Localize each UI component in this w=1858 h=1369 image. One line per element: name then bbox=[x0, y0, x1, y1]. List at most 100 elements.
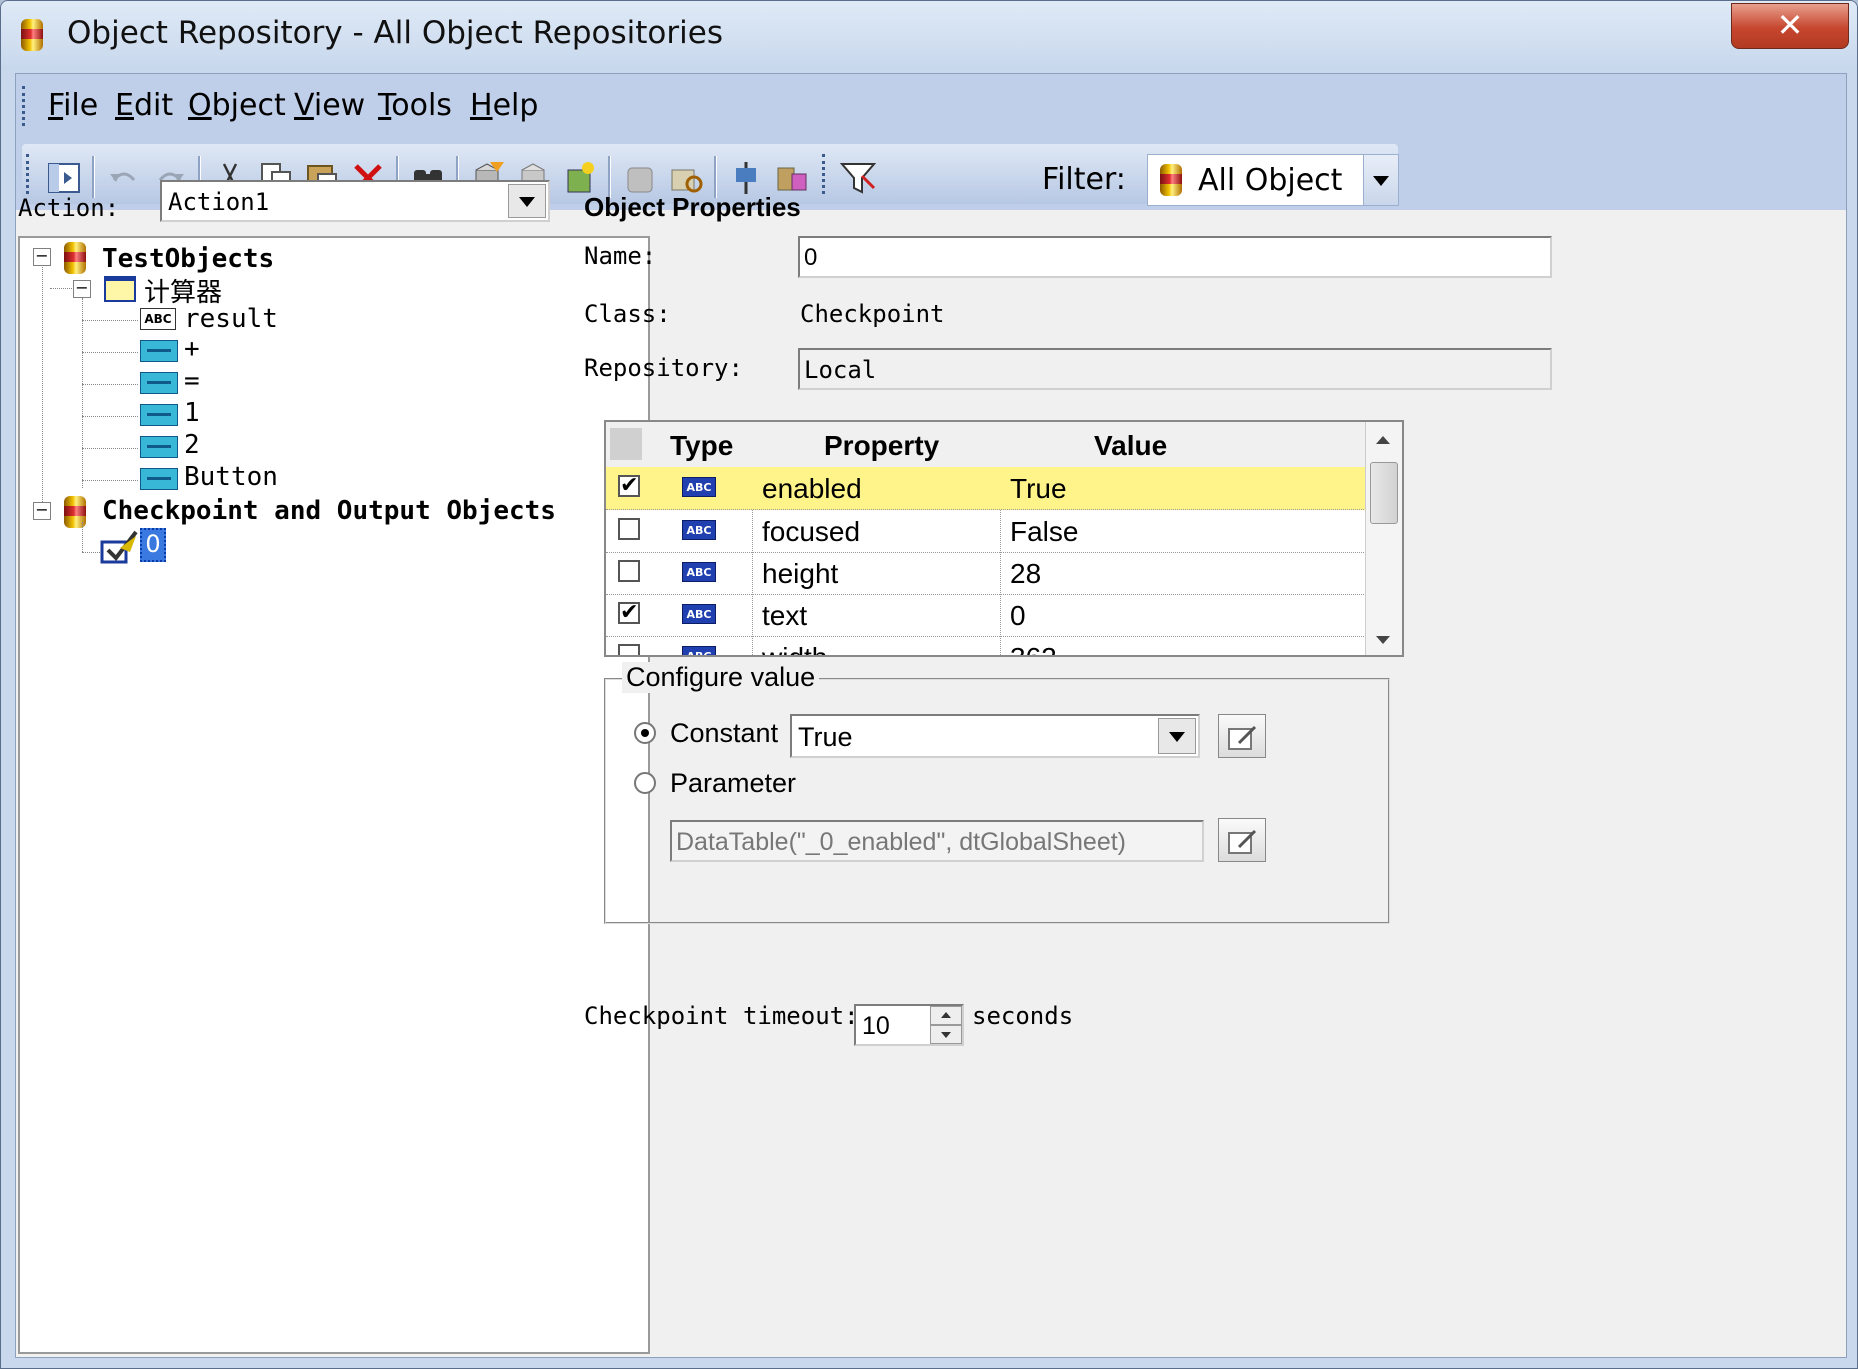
menubar-grip-icon[interactable] bbox=[22, 86, 29, 126]
timeout-unit: seconds bbox=[972, 1002, 1074, 1030]
constant-dropdown[interactable]: True bbox=[790, 714, 1200, 758]
title-bar: Object Repository - All Object Repositor… bbox=[1, 1, 1857, 71]
row-property: width bbox=[762, 642, 827, 655]
filter-grip-icon[interactable] bbox=[822, 154, 829, 194]
button-icon bbox=[140, 372, 178, 394]
tree-item-2[interactable]: 2 bbox=[184, 430, 200, 460]
grid-row-width[interactable]: ABC width 362 bbox=[606, 636, 1366, 655]
property-grid[interactable]: Type Property Value ✔ ABC enabled True A… bbox=[604, 420, 1404, 657]
tree-checkpoint-0[interactable]: 0 bbox=[140, 528, 166, 562]
row-checkbox[interactable] bbox=[618, 518, 640, 540]
menu-object[interactable]: Object bbox=[188, 88, 286, 123]
filter-label: Filter: bbox=[1042, 162, 1126, 197]
toolbar-grip-icon[interactable] bbox=[26, 154, 33, 194]
configure-value-group: Configure value Constant True Parameter … bbox=[604, 662, 1390, 924]
button-icon bbox=[140, 404, 178, 426]
tree-item-result[interactable]: result bbox=[184, 304, 278, 334]
timeout-spinner[interactable]: 10 bbox=[854, 1004, 964, 1046]
constant-dropdown-arrow[interactable] bbox=[1158, 718, 1196, 754]
object-spy-icon[interactable] bbox=[728, 160, 764, 196]
toggle-pane-icon[interactable] bbox=[46, 160, 82, 196]
tree-checkpoint-group[interactable]: Checkpoint and Output Objects bbox=[102, 496, 556, 526]
header-type[interactable]: Type bbox=[670, 430, 733, 462]
row-checkbox[interactable] bbox=[618, 644, 640, 655]
window-icon bbox=[104, 276, 136, 302]
row-property: enabled bbox=[762, 473, 862, 504]
scroll-down-icon[interactable] bbox=[1376, 636, 1390, 644]
header-value[interactable]: Value bbox=[1094, 430, 1167, 462]
row-property: text bbox=[762, 600, 808, 631]
client-area: File Edit Object View Tools Help Filter:… bbox=[15, 73, 1847, 1358]
parameter-radio[interactable] bbox=[634, 772, 656, 794]
filter-icon bbox=[840, 163, 876, 194]
chevron-down-icon bbox=[519, 197, 535, 207]
grid-row-enabled[interactable]: ✔ ABC enabled True bbox=[606, 467, 1366, 510]
timeout-label: Checkpoint timeout: bbox=[584, 1002, 859, 1030]
define-object-icon[interactable] bbox=[774, 160, 810, 196]
tree-item-plus[interactable]: + bbox=[184, 334, 200, 364]
collapse-window-node[interactable]: − bbox=[73, 280, 91, 298]
filter-dropdown[interactable]: All Object bbox=[1147, 154, 1399, 206]
string-type-icon: ABC bbox=[682, 520, 716, 540]
button-icon bbox=[140, 340, 178, 362]
constant-label: Constant bbox=[670, 718, 779, 748]
chevron-down-icon bbox=[1169, 732, 1185, 742]
highlight-icon[interactable] bbox=[622, 160, 658, 196]
tree-test-objects[interactable]: TestObjects bbox=[102, 244, 274, 274]
collapse-checkpoint-group[interactable]: − bbox=[33, 502, 51, 520]
constant-edit-button[interactable] bbox=[1218, 714, 1266, 758]
menu-view[interactable]: View bbox=[294, 88, 365, 123]
scroll-thumb[interactable] bbox=[1370, 462, 1398, 524]
action-label: Action: bbox=[18, 194, 120, 222]
row-property: height bbox=[762, 558, 839, 589]
grid-row-height[interactable]: ABC height 28 bbox=[606, 552, 1366, 595]
string-type-icon: ABC bbox=[682, 646, 716, 655]
tree-item-1[interactable]: 1 bbox=[184, 398, 200, 428]
parameter-field: DataTable("_0_enabled", dtGlobalSheet) bbox=[670, 820, 1204, 862]
window-title: Object Repository - All Object Repositor… bbox=[67, 15, 723, 51]
menu-help[interactable]: Help bbox=[470, 88, 538, 123]
row-value: True bbox=[1010, 473, 1067, 504]
menu-tools[interactable]: Tools bbox=[378, 88, 452, 123]
undo-icon[interactable] bbox=[106, 160, 142, 196]
scroll-up-icon[interactable] bbox=[1376, 436, 1390, 444]
edit-icon bbox=[1228, 725, 1257, 750]
section-title-object-properties: Object Properties bbox=[584, 192, 801, 222]
repository-icon bbox=[1160, 164, 1182, 196]
string-type-icon: ABC bbox=[682, 477, 716, 497]
row-checkbox[interactable]: ✔ bbox=[618, 602, 640, 624]
action-dropdown[interactable]: Action1 bbox=[160, 180, 550, 222]
filter-dropdown-arrow[interactable] bbox=[1363, 155, 1398, 205]
edit-icon bbox=[1228, 829, 1257, 854]
spin-up-button[interactable] bbox=[930, 1006, 962, 1025]
action-dropdown-arrow[interactable] bbox=[508, 184, 546, 218]
menu-edit[interactable]: Edit bbox=[115, 88, 173, 123]
locate-icon[interactable] bbox=[668, 160, 704, 196]
grid-scrollbar[interactable] bbox=[1365, 422, 1402, 655]
repository-icon bbox=[64, 242, 86, 274]
header-property[interactable]: Property bbox=[824, 430, 939, 462]
menu-file[interactable]: File bbox=[48, 88, 98, 123]
static-text-icon: ABC bbox=[140, 308, 176, 330]
row-checkbox[interactable] bbox=[618, 560, 640, 582]
object-tree[interactable]: − TestObjects − 计算器 ABC result + = 1 2 B… bbox=[18, 236, 650, 1354]
collapse-test-objects[interactable]: − bbox=[33, 248, 51, 266]
class-label: Class: bbox=[584, 300, 671, 328]
row-checkbox[interactable]: ✔ bbox=[618, 475, 640, 497]
close-button[interactable]: ✕ bbox=[1731, 3, 1849, 49]
name-label: Name: bbox=[584, 242, 657, 270]
class-value: Checkpoint bbox=[800, 300, 945, 328]
name-field[interactable]: 0 bbox=[798, 236, 1552, 278]
tree-item-equals[interactable]: = bbox=[184, 366, 200, 396]
add-insight-icon[interactable] bbox=[562, 160, 598, 196]
grid-row-focused[interactable]: ABC focused False bbox=[606, 510, 1366, 553]
string-type-icon: ABC bbox=[682, 562, 716, 582]
chevron-down-icon bbox=[1373, 176, 1389, 186]
tree-item-button[interactable]: Button bbox=[184, 462, 278, 492]
spin-down-button[interactable] bbox=[930, 1025, 962, 1044]
parameter-edit-button[interactable] bbox=[1218, 818, 1266, 862]
grid-row-text[interactable]: ✔ ABC text 0 bbox=[606, 594, 1366, 637]
constant-radio[interactable] bbox=[634, 722, 656, 744]
grid-header: Type Property Value bbox=[606, 422, 1366, 468]
button-icon bbox=[140, 468, 178, 490]
